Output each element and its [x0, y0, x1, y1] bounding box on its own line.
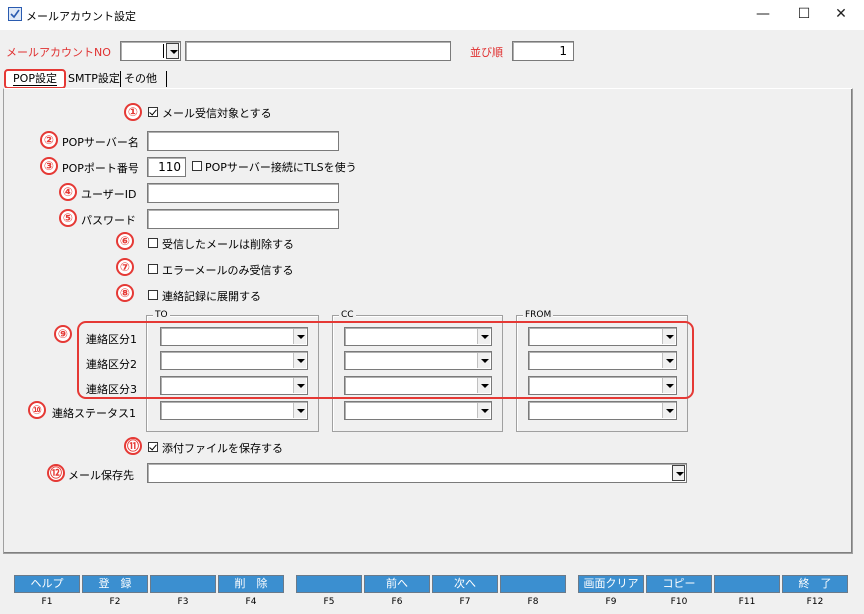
help-button[interactable]: ヘルプ: [14, 575, 80, 593]
f12-key-label: F12: [806, 597, 824, 607]
f3-key-label: F3: [177, 597, 189, 607]
chevron-down-icon[interactable]: [166, 43, 179, 59]
chevron-down-icon[interactable]: [293, 403, 306, 418]
chevron-down-icon[interactable]: [477, 403, 490, 418]
save-dest-combo[interactable]: [147, 463, 687, 483]
error-only-label: エラーメールのみ受信する: [162, 264, 294, 277]
receive-target-label: メール受信対象とする: [162, 107, 272, 120]
f8-key-label: F8: [527, 597, 539, 607]
marker-9: ⑨: [54, 325, 72, 343]
account-no-combo[interactable]: [120, 41, 181, 61]
password-label: パスワード: [81, 214, 136, 227]
next-button[interactable]: 次へ: [432, 575, 498, 593]
password-input[interactable]: [147, 209, 339, 229]
title-bar: メールアカウント設定 — ☐ ✕: [0, 0, 864, 30]
tab-smtp-settings[interactable]: SMTP設定: [68, 70, 120, 88]
tab-label: POP設定: [13, 72, 57, 86]
marker-12: ⑫: [47, 464, 65, 482]
marker-4: ④: [59, 183, 77, 201]
f9-key-label: F9: [605, 597, 617, 607]
cc-group-title: CC: [339, 309, 356, 321]
save-attachments-label: 添付ファイルを保存する: [162, 442, 283, 455]
tab-divider: [166, 71, 167, 87]
f2-key-label: F2: [109, 597, 121, 607]
register-button[interactable]: 登 録: [82, 575, 148, 593]
chevron-down-icon[interactable]: [662, 403, 675, 418]
marker-2: ②: [40, 131, 58, 149]
close-button[interactable]: ✕: [818, 0, 864, 30]
f5-key-label: F5: [323, 597, 335, 607]
user-id-label: ユーザーID: [81, 188, 137, 201]
account-no-label: メールアカウントNO: [6, 46, 111, 59]
f11-key-label: F11: [738, 597, 756, 607]
server-name-input[interactable]: [147, 131, 339, 151]
expand-log-checkbox[interactable]: [148, 290, 158, 300]
marker-11: ⑪: [124, 437, 142, 455]
text-cursor: [163, 44, 164, 58]
status-label: 連絡ステータス1: [52, 407, 136, 420]
from-group-title: FROM: [523, 309, 554, 321]
f4-key-label: F4: [245, 597, 257, 607]
marker-6: ⑥: [116, 232, 134, 250]
marker-5: ⑤: [59, 209, 77, 227]
status-from-combo[interactable]: [528, 401, 677, 420]
status-to-combo[interactable]: [160, 401, 308, 420]
window-title: メールアカウント設定: [26, 10, 136, 23]
tab-pop-settings[interactable]: POP設定: [4, 69, 66, 89]
f5-button[interactable]: [296, 575, 362, 593]
port-input[interactable]: 110: [147, 157, 186, 177]
expand-log-label: 連絡記録に展開する: [162, 290, 261, 303]
to-group-title: TO: [153, 309, 170, 321]
marker-10: ⑩: [28, 401, 46, 419]
f11-button[interactable]: [714, 575, 780, 593]
tls-checkbox[interactable]: [192, 161, 202, 171]
marker-3: ③: [40, 157, 58, 175]
account-name-input[interactable]: [185, 41, 451, 61]
port-label: POPポート番号: [62, 162, 139, 175]
marker-1: ①: [124, 103, 142, 121]
minimize-button[interactable]: —: [740, 0, 786, 30]
clear-screen-button[interactable]: 画面クリア: [578, 575, 644, 593]
category-highlight-box: [77, 321, 694, 399]
f10-key-label: F10: [670, 597, 688, 607]
tab-other[interactable]: その他: [124, 70, 157, 88]
server-name-label: POPサーバー名: [62, 136, 139, 149]
receive-target-checkbox[interactable]: [148, 107, 158, 117]
prev-button[interactable]: 前へ: [364, 575, 430, 593]
f3-button[interactable]: [150, 575, 216, 593]
f1-key-label: F1: [41, 597, 53, 607]
order-input[interactable]: 1: [512, 41, 574, 61]
copy-button[interactable]: コピー: [646, 575, 712, 593]
delete-button[interactable]: 削 除: [218, 575, 284, 593]
tls-label: POPサーバー接続にTLSを使う: [205, 161, 357, 174]
marker-8: ⑧: [116, 284, 134, 302]
exit-button[interactable]: 終 了: [782, 575, 848, 593]
marker-7: ⑦: [116, 258, 134, 276]
chevron-down-icon[interactable]: [672, 465, 685, 481]
f6-key-label: F6: [391, 597, 403, 607]
status-cc-combo[interactable]: [344, 401, 492, 420]
save-attachments-checkbox[interactable]: [148, 442, 158, 452]
delete-received-checkbox[interactable]: [148, 238, 158, 248]
delete-received-label: 受信したメールは削除する: [162, 238, 294, 251]
app-icon: [8, 7, 22, 21]
save-dest-label: メール保存先: [68, 469, 134, 482]
f8-button[interactable]: [500, 575, 566, 593]
f7-key-label: F7: [459, 597, 471, 607]
user-id-input[interactable]: [147, 183, 339, 203]
order-label: 並び順: [470, 46, 503, 59]
tab-divider: [120, 71, 121, 87]
error-only-checkbox[interactable]: [148, 264, 158, 274]
